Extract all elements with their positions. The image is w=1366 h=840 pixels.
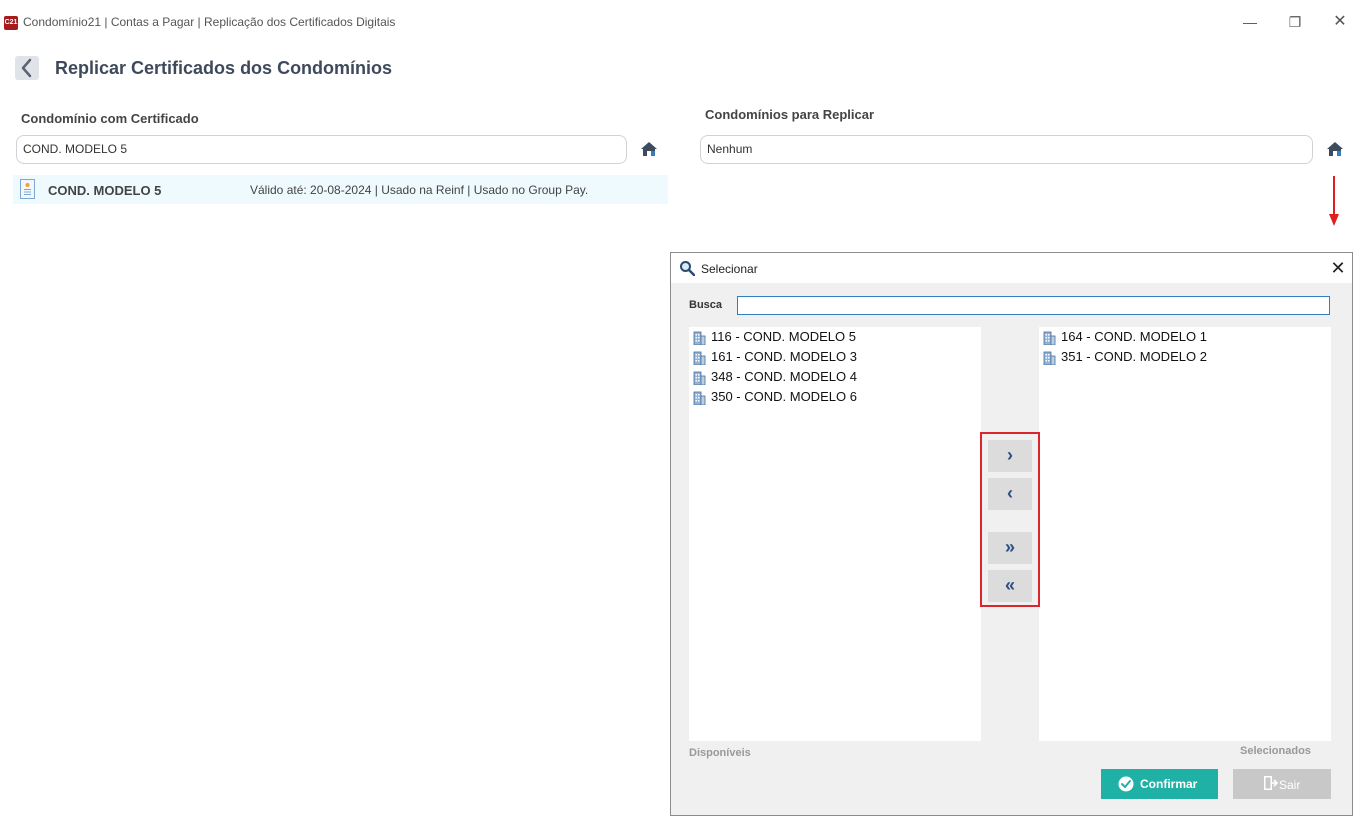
source-condo-field[interactable]: COND. MODELO 5 <box>16 135 627 164</box>
door-exit-icon <box>1264 776 1278 790</box>
search-label: Busca <box>689 299 723 311</box>
list-item[interactable]: 351 - COND. MODELO 2 <box>1039 347 1331 367</box>
dialog-close-button[interactable]: ✕ <box>1328 258 1348 278</box>
chevron-left-icon <box>21 58 32 78</box>
back-button[interactable] <box>15 56 39 80</box>
select-dialog: Selecionar ✕ Busca 116 - COND. MODELO 51… <box>670 252 1353 816</box>
window-title: Condomínio21 | Contas a Pagar | Replicaç… <box>23 15 396 29</box>
search-input[interactable] <box>737 296 1330 315</box>
list-item-label: 164 - COND. MODELO 1 <box>1061 329 1207 344</box>
confirm-label: Confirmar <box>1140 777 1198 791</box>
dialog-header: Selecionar ✕ <box>671 253 1352 283</box>
app-logo: C21 <box>4 16 18 30</box>
building-icon <box>1043 331 1056 345</box>
target-condos-label: Condomínios para Replicar <box>705 107 875 122</box>
list-item-label: 116 - COND. MODELO 5 <box>711 329 856 344</box>
home-icon[interactable] <box>640 141 658 157</box>
exit-button[interactable]: Sair <box>1233 769 1331 799</box>
move-right-button[interactable]: › <box>988 440 1032 472</box>
list-item-label: 350 - COND. MODELO 6 <box>711 389 857 404</box>
building-icon <box>693 371 706 385</box>
minimize-button[interactable]: — <box>1240 12 1260 32</box>
selected-list[interactable]: 164 - COND. MODELO 1 351 - COND. MODELO 2 <box>1039 327 1331 741</box>
list-item[interactable]: 350 - COND. MODELO 6 <box>689 387 981 407</box>
list-item-label: 348 - COND. MODELO 4 <box>711 369 857 384</box>
building-icon <box>693 391 706 405</box>
dialog-title: Selecionar <box>701 262 758 276</box>
available-list[interactable]: 116 - COND. MODELO 5 161 - COND. MODELO 3… <box>689 327 981 741</box>
building-icon <box>693 351 706 365</box>
source-condo-label: Condomínio com Certificado <box>21 111 199 126</box>
list-item[interactable]: 116 - COND. MODELO 5 <box>689 327 981 347</box>
confirm-button[interactable]: Confirmar <box>1101 769 1218 799</box>
page-title: Replicar Certificados dos Condomínios <box>55 58 393 78</box>
close-window-button[interactable]: ✕ <box>1330 12 1350 32</box>
certificate-info: Válido até: 20-08-2024 | Usado na Reinf … <box>250 183 589 197</box>
list-item[interactable]: 164 - COND. MODELO 1 <box>1039 327 1331 347</box>
magnifier-icon <box>680 261 695 276</box>
list-item[interactable]: 161 - COND. MODELO 3 <box>689 347 981 367</box>
selected-label: Selecionados <box>1240 745 1311 757</box>
available-label: Disponíveis <box>689 747 751 759</box>
certificate-name: COND. MODELO 5 <box>48 183 162 198</box>
building-icon <box>1043 351 1056 365</box>
restore-button[interactable]: ❐ <box>1285 12 1305 32</box>
move-all-right-button[interactable]: » <box>988 532 1032 564</box>
target-condos-field[interactable]: Nenhum <box>700 135 1313 164</box>
list-item-label: 161 - COND. MODELO 3 <box>711 349 857 364</box>
home-icon[interactable] <box>1326 141 1344 157</box>
check-circle-icon <box>1118 776 1134 792</box>
certificate-row[interactable]: COND. MODELO 5 Válido até: 20-08-2024 | … <box>13 175 668 204</box>
transfer-buttons-group: › ‹ » « <box>980 432 1040 607</box>
arrow-down-icon <box>1329 176 1339 226</box>
building-icon <box>693 331 706 345</box>
title-bar: C21 Condomínio21 | Contas a Pagar | Repl… <box>0 0 1366 46</box>
exit-label: Sair <box>1279 778 1301 792</box>
list-item-label: 351 - COND. MODELO 2 <box>1061 349 1207 364</box>
move-all-left-button[interactable]: « <box>988 570 1032 602</box>
certificate-icon <box>20 179 35 199</box>
move-left-button[interactable]: ‹ <box>988 478 1032 510</box>
list-item[interactable]: 348 - COND. MODELO 4 <box>689 367 981 387</box>
